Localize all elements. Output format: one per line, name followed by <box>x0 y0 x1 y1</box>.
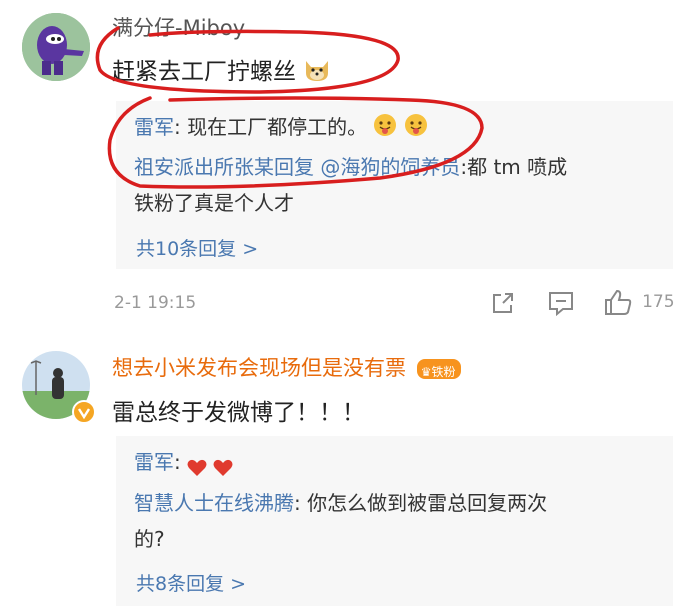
fan-badge: ♛铁粉 <box>416 359 462 379</box>
reply-separator: : <box>294 491 301 515</box>
verified-badge-icon <box>72 400 96 424</box>
comment-username[interactable]: 想去小米发布会现场但是没有票 ♛铁粉 <box>112 352 462 382</box>
reply-content-line2: 的? <box>134 527 165 551</box>
comment-text: 赶紧去工厂拧螺丝 <box>112 52 331 89</box>
share-button[interactable] <box>490 290 516 320</box>
reply-separator: : <box>174 115 181 139</box>
like-count: 175 <box>642 292 675 312</box>
more-replies-link[interactable]: 共8条回复 > <box>136 569 246 596</box>
reply-author[interactable]: 智慧人士在线沸腾 <box>134 491 294 515</box>
comment-text-content: 赶紧去工厂拧螺丝 <box>112 59 296 85</box>
reply-author[interactable]: 雷军 <box>134 450 174 474</box>
like-button[interactable]: 175 <box>603 288 675 316</box>
reply-item[interactable]: 雷军: 现在工厂都停工的。 <box>134 112 428 145</box>
reply-item[interactable]: 祖安派出所张某回复 @海狗的饲养员:都 tm 喷成 铁粉了真是个人才 <box>134 152 654 218</box>
heart-icon <box>213 455 233 476</box>
reply-mention[interactable]: @海狗的饲养员 <box>320 155 460 179</box>
tongue-emoji-icon <box>373 113 397 145</box>
heart-icon <box>187 455 207 476</box>
tongue-emoji-icon <box>404 113 428 145</box>
comment-username[interactable]: 满分仔-Miboy <box>112 12 245 42</box>
comment-timestamp: 2-1 19:15 <box>114 293 197 313</box>
reply-separator: : <box>174 450 181 474</box>
reply-content-line1: 你怎么做到被雷总回复两次 <box>307 491 548 515</box>
reply-author[interactable]: 雷军 <box>134 115 174 139</box>
thumbs-up-icon <box>605 289 632 315</box>
reply-content-line2: 铁粉了真是个人才 <box>134 191 294 215</box>
reply-item[interactable]: 雷军: <box>134 447 233 477</box>
comment-button[interactable] <box>547 290 575 320</box>
reply-item[interactable]: 智慧人士在线沸腾: 你怎么做到被雷总回复两次 的? <box>134 488 654 554</box>
ninja-avatar-image <box>22 13 90 81</box>
comment-username-text: 想去小米发布会现场但是没有票 <box>112 356 406 380</box>
reply-author[interactable]: 祖安派出所张某回复 <box>134 155 314 179</box>
share-icon <box>493 293 513 313</box>
reply-content-line1: 都 tm 喷成 <box>467 155 568 179</box>
avatar[interactable] <box>22 13 90 81</box>
crown-icon: ♛ <box>420 365 432 379</box>
doge-emoji-icon <box>303 57 331 89</box>
comment-text: 雷总终于发微博了！！！ <box>112 400 365 426</box>
more-replies-link[interactable]: 共10条回复 > <box>136 234 258 261</box>
fan-badge-label: 铁粉 <box>431 365 456 379</box>
reply-content: 现在工厂都停工的。 <box>187 115 368 139</box>
comment-icon <box>549 292 573 317</box>
